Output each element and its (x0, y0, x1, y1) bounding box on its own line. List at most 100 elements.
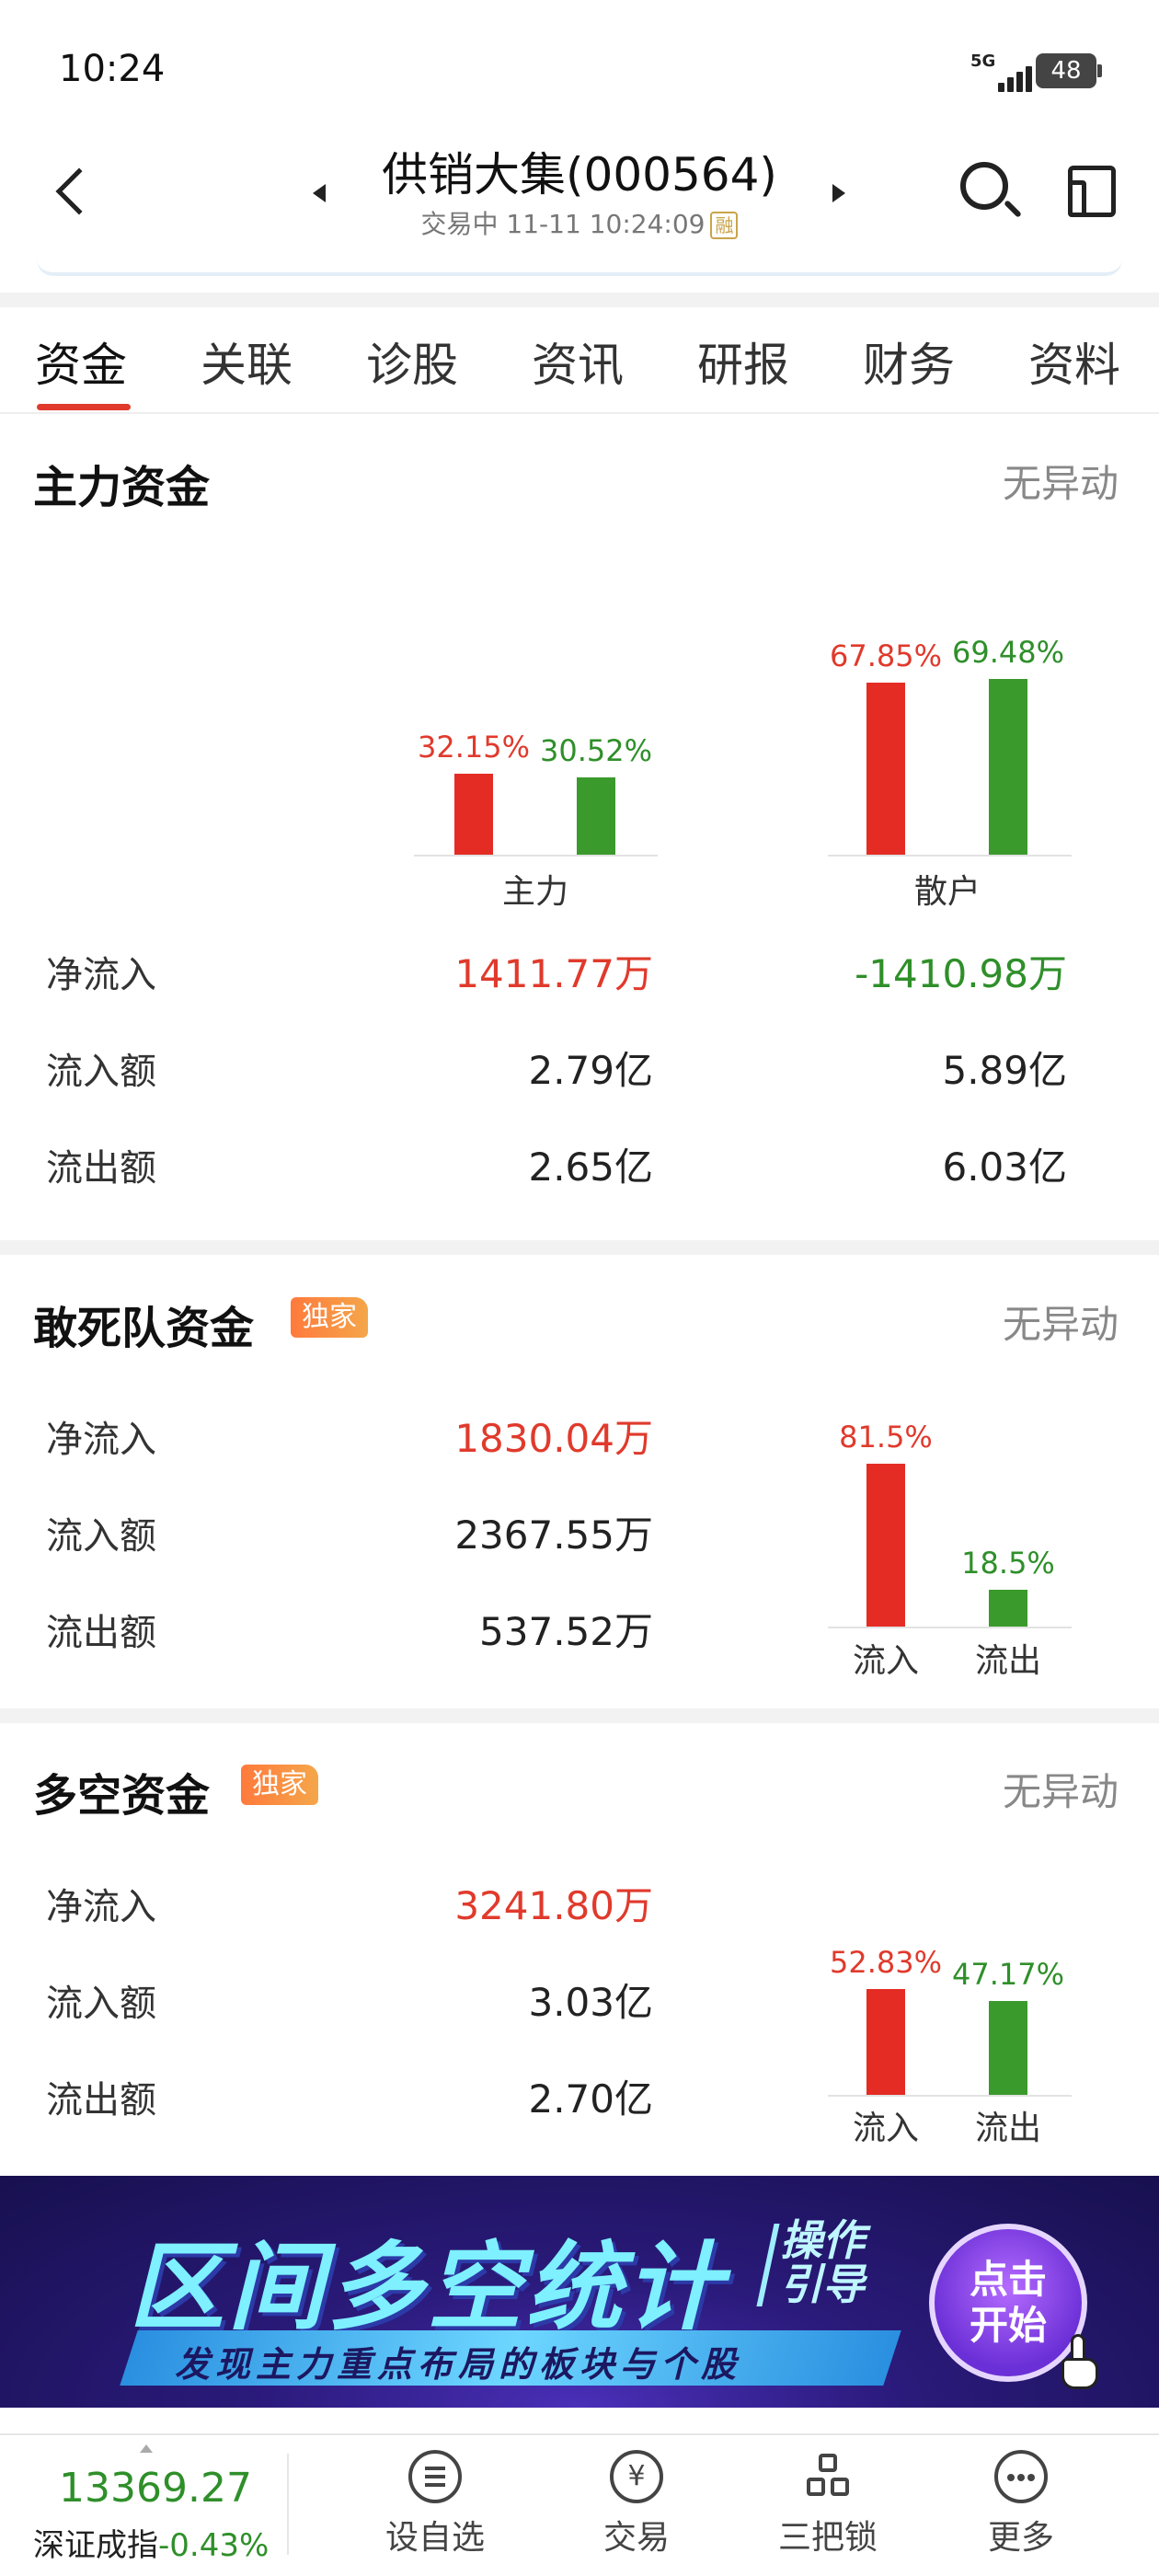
promo-banner[interactable]: 区间多空统计 操作引导 发现主力重点布局的板块与个股 点击开始 (0, 2176, 1159, 2408)
dare-fund-title: 敢死队资金 (33, 1303, 255, 1354)
bottom-bar: 13369.27 深证成指-0.43% 设自选 ¥ 交易 三把锁 更多 (0, 2433, 1159, 2576)
index-value[interactable]: 13369.27 (59, 2465, 252, 2512)
longshort-outflow-bar (989, 2001, 1027, 2095)
stock-subtitle: 交易中 11-11 10:24:09 融 (350, 204, 809, 241)
tab-diagnosis[interactable]: 诊股 (366, 328, 458, 395)
dare-outflow-amount: 537.52万 (479, 1609, 653, 1654)
banner-divider (756, 2224, 780, 2306)
main-outflow-pct: 30.52% (539, 733, 652, 768)
hand-cursor-icon (1058, 2334, 1102, 2393)
retail-inflow-pct: 67.85% (829, 638, 942, 673)
dare-out-label: 流出 (974, 1642, 1041, 1680)
section-separator (0, 1240, 1159, 1255)
main-inflow-pct: 32.15% (417, 730, 530, 765)
expand-arrow-icon[interactable] (140, 2444, 153, 2453)
status-bar: 10:24 5G 48 (0, 0, 1159, 138)
prev-stock-arrow-icon[interactable] (313, 184, 326, 202)
row-label-outflow: 流出额 (46, 1612, 156, 1654)
dare-outflow-bar (989, 1590, 1027, 1627)
main-outflow-bar (577, 777, 615, 855)
longshort-fund-status[interactable]: 无异动 (1003, 1761, 1119, 1817)
more-button[interactable]: 更多 (957, 2450, 1085, 2559)
main-inflow-bar (454, 774, 493, 855)
row-label-net: 净流入 (46, 1419, 156, 1461)
index-name[interactable]: 深证成指-0.43% (33, 2520, 269, 2565)
exclusive-badge: 独家 (291, 1297, 368, 1338)
back-button[interactable] (46, 160, 103, 224)
battery-icon: 48 (1036, 53, 1102, 88)
exclusive-badge: 独家 (241, 1765, 318, 1805)
dare-inflow-bar (866, 1464, 905, 1627)
search-icon[interactable] (957, 158, 1022, 223)
dare-in-label: 流入 (852, 1642, 919, 1680)
network-type: 5G (970, 52, 996, 71)
section-separator (0, 293, 1159, 307)
banner-title: 区间多空统计 (129, 2231, 726, 2343)
dare-inflow-amount: 2367.55万 (454, 1512, 653, 1558)
tab-finance[interactable]: 财务 (863, 328, 955, 395)
tab-bar: 资金 关联 诊股 资讯 研报 财务 资料 (0, 308, 1159, 414)
retail-chart-baseline (828, 855, 1072, 857)
longshort-net-inflow: 3241.80万 (454, 1883, 653, 1928)
retail-outflow-amount: 6.03亿 (942, 1144, 1067, 1190)
dare-inflow-pct: 81.5% (839, 1420, 933, 1455)
list-icon (408, 2450, 462, 2503)
longshort-outflow-pct: 47.17% (951, 1957, 1064, 1992)
tab-profile[interactable]: 资料 (1028, 328, 1120, 395)
signal-icon: 5G (970, 52, 1037, 92)
row-label-inflow: 流入额 (46, 1983, 156, 2025)
dare-fund-status[interactable]: 无异动 (1003, 1294, 1119, 1350)
layout-icon[interactable] (1062, 162, 1119, 219)
status-time: 10:24 (59, 48, 166, 90)
longshort-inflow-amount: 3.03亿 (528, 1980, 653, 2025)
retail-inflow-amount: 5.89亿 (942, 1048, 1067, 1093)
add-watchlist-label: 设自选 (384, 2519, 485, 2557)
more-label: 更多 (987, 2519, 1054, 2557)
tab-funds[interactable]: 资金 (35, 328, 127, 395)
banner-subtitle: 发现主力重点布局的板块与个股 (175, 2344, 742, 2385)
row-label-outflow: 流出额 (46, 1147, 156, 1190)
dare-outflow-pct: 18.5% (961, 1546, 1055, 1581)
main-group-label: 主力 (501, 873, 568, 911)
three-locks-button[interactable]: 三把锁 (763, 2450, 892, 2559)
banner-button-label: 点击开始 (969, 2257, 1047, 2348)
longshort-inflow-bar (866, 1989, 905, 2095)
trade-label: 交易 (602, 2519, 670, 2557)
section-separator (0, 1708, 1159, 1723)
trade-button[interactable]: ¥ 交易 (572, 2450, 701, 2559)
three-locks-label: 三把锁 (777, 2519, 878, 2557)
main-fund-status[interactable]: 无异动 (1003, 453, 1119, 509)
longshort-outflow-amount: 2.70亿 (528, 2076, 653, 2122)
main-fund-title: 主力资金 (33, 462, 211, 513)
stock-header: 供销大集(000564) 交易中 11-11 10:24:09 融 (0, 138, 1159, 276)
index-change: -0.43% (158, 2527, 270, 2564)
longshort-out-label: 流出 (974, 2110, 1041, 2147)
add-watchlist-button[interactable]: 设自选 (371, 2450, 499, 2559)
index-name-label: 深证成指 (33, 2527, 158, 2564)
row-label-inflow: 流入额 (46, 1515, 156, 1558)
tab-research[interactable]: 研报 (697, 328, 789, 395)
retail-group-label: 散户 (913, 873, 981, 911)
longshort-chart-baseline (828, 2095, 1072, 2097)
row-label-net: 净流入 (46, 1886, 156, 1928)
tab-news[interactable]: 资讯 (532, 328, 624, 395)
header-divider (37, 259, 1122, 276)
retail-outflow-pct: 69.48% (951, 635, 1064, 670)
retail-inflow-bar (866, 683, 905, 855)
more-icon (994, 2450, 1048, 2503)
longshort-in-label: 流入 (852, 2110, 919, 2147)
main-net-inflow: 1411.77万 (454, 951, 653, 996)
yuan-icon: ¥ (610, 2450, 663, 2503)
bottom-divider (287, 2454, 289, 2555)
row-label-outflow: 流出额 (46, 2079, 156, 2122)
margin-badge: 融 (710, 212, 739, 239)
trade-status-time: 交易中 11-11 10:24:09 (420, 209, 706, 239)
next-stock-arrow-icon[interactable] (832, 184, 845, 202)
main-outflow-amount: 2.65亿 (528, 1144, 653, 1190)
tab-related[interactable]: 关联 (201, 328, 293, 395)
dare-net-inflow: 1830.04万 (454, 1416, 653, 1461)
dare-chart-baseline (828, 1627, 1072, 1628)
chevron-left-icon (55, 167, 103, 215)
longshort-inflow-pct: 52.83% (829, 1945, 942, 1980)
longshort-fund-title: 多空资金 (33, 1770, 211, 1822)
